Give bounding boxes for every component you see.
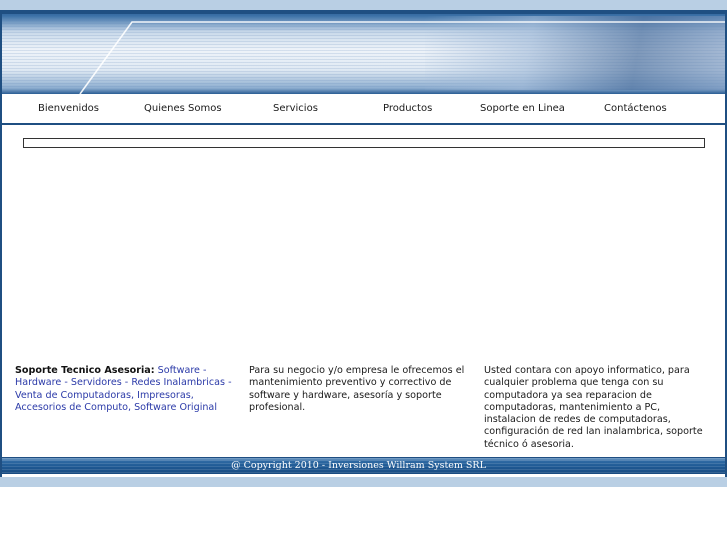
nav-item-soporte-en-linea[interactable]: Soporte en Linea — [480, 103, 565, 114]
column-text: Usted contara con apoyo informatico, par… — [484, 365, 703, 450]
nav-item-servicios[interactable]: Servicios — [273, 103, 318, 114]
copyright-text: @ Copyright 2010 - Inversiones Willram S… — [231, 460, 486, 471]
main-nav: Bienvenidos Quienes Somos Servicios Prod… — [2, 97, 725, 125]
column-apoyo: Usted contara con apoyo informatico, par… — [484, 365, 709, 451]
column-heading: Soporte Tecnico Asesoria: — [15, 365, 155, 376]
column-text: Para su negocio y/o empresa le ofrecemos… — [249, 365, 465, 413]
nav-item-quienes-somos[interactable]: Quienes Somos — [144, 103, 222, 114]
site-frame: Bienvenidos Quienes Somos Servicios Prod… — [0, 10, 727, 477]
content-placeholder-box — [23, 138, 705, 148]
header-banner — [2, 10, 725, 94]
column-negocio: Para su negocio y/o empresa le ofrecemos… — [249, 365, 471, 414]
nav-item-productos[interactable]: Productos — [383, 103, 432, 114]
banner-swoosh — [2, 10, 725, 94]
column-soporte-tecnico: Soporte Tecnico Asesoria: Software - Har… — [15, 365, 235, 414]
nav-item-contactenos[interactable]: Contáctenos — [604, 103, 667, 114]
footer-bar: @ Copyright 2010 - Inversiones Willram S… — [2, 457, 725, 474]
nav-item-bienvenidos[interactable]: Bienvenidos — [38, 103, 99, 114]
